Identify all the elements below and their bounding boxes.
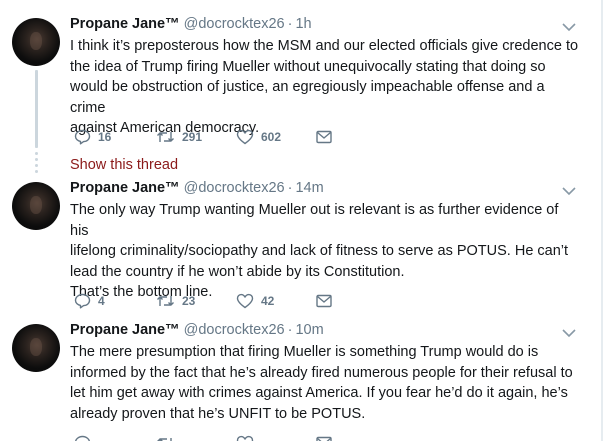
tweet-text: The only way Trump wanting Mueller out i… <box>70 202 569 300</box>
like-count: 42 <box>261 294 275 308</box>
author-handle[interactable]: @docrocktex26 <box>184 322 285 338</box>
reply-button[interactable]: 16 <box>74 128 111 146</box>
tweet-timeline: Propane Jane™ @docrocktex26 · 1h I think i… <box>0 0 603 441</box>
tweet-actions <box>70 434 350 441</box>
tweet-timestamp[interactable]: 14m <box>295 180 323 196</box>
direct-message-button[interactable] <box>316 292 332 310</box>
heart-icon <box>236 293 254 309</box>
reply-button[interactable] <box>74 434 98 441</box>
envelope-icon <box>316 436 332 441</box>
show-thread-link[interactable]: Show this thread <box>70 156 178 174</box>
separator: · <box>287 16 293 32</box>
author-name[interactable]: Propane Jane™ <box>70 16 180 32</box>
avatar[interactable] <box>12 324 60 372</box>
tweet-actions: 4 23 42 <box>70 292 350 310</box>
tweet-header: Propane Jane™ @docrocktex26 · 14m <box>70 178 324 198</box>
reply-count: 4 <box>98 294 105 308</box>
like-count: 602 <box>261 130 282 144</box>
thread-gap-dots <box>35 152 38 176</box>
tweet[interactable]: Propane Jane™ @docrocktex26 · 1h I think i… <box>0 0 603 180</box>
retweet-button[interactable] <box>156 434 182 441</box>
reply-count: 16 <box>98 130 112 144</box>
chevron-down-icon[interactable] <box>562 186 576 196</box>
avatar[interactable] <box>12 182 60 230</box>
reply-icon <box>74 129 91 145</box>
tweet-header: Propane Jane™ @docrocktex26 · 1h <box>70 14 312 34</box>
tweet-actions: 16 291 602 <box>70 128 350 146</box>
direct-message-button[interactable] <box>316 128 332 146</box>
retweet-button[interactable]: 291 <box>156 128 202 146</box>
tweet[interactable]: Propane Jane™ @docrocktex26 · 10m The mere… <box>0 320 603 441</box>
tweet-timestamp[interactable]: 10m <box>295 322 323 338</box>
author-name[interactable]: Propane Jane™ <box>70 322 180 338</box>
like-button[interactable]: 602 <box>236 128 281 146</box>
tweet-timestamp[interactable]: 1h <box>295 16 311 32</box>
envelope-icon <box>316 130 332 144</box>
chevron-down-icon[interactable] <box>562 22 576 32</box>
tweet-text: The mere presumption that firing Mueller… <box>70 344 573 422</box>
separator: · <box>287 322 293 338</box>
separator: · <box>287 180 293 196</box>
tweet-text: I think it’s preposterous how the MSM an… <box>70 38 579 136</box>
heart-icon <box>236 435 254 441</box>
chevron-down-icon[interactable] <box>562 328 576 338</box>
retweet-icon <box>157 132 174 142</box>
reply-icon <box>74 435 91 441</box>
like-button[interactable] <box>236 434 261 441</box>
author-handle[interactable]: @docrocktex26 <box>184 180 285 196</box>
retweet-count: 291 <box>182 130 203 144</box>
like-button[interactable]: 42 <box>236 292 274 310</box>
reply-icon <box>74 293 91 309</box>
thread-connector <box>35 70 38 148</box>
retweet-icon <box>157 296 174 306</box>
heart-icon <box>236 129 254 145</box>
reply-button[interactable]: 4 <box>74 292 105 310</box>
tweet[interactable]: Propane Jane™ @docrocktex26 · 14m The only… <box>0 180 603 320</box>
avatar[interactable] <box>12 18 60 66</box>
retweet-button[interactable]: 23 <box>156 292 195 310</box>
retweet-icon <box>157 438 172 441</box>
retweet-count: 23 <box>182 294 196 308</box>
author-handle[interactable]: @docrocktex26 <box>184 16 285 32</box>
direct-message-button[interactable] <box>316 434 332 441</box>
author-name[interactable]: Propane Jane™ <box>70 180 180 196</box>
tweet-header: Propane Jane™ @docrocktex26 · 10m <box>70 320 324 340</box>
envelope-icon <box>316 294 332 308</box>
